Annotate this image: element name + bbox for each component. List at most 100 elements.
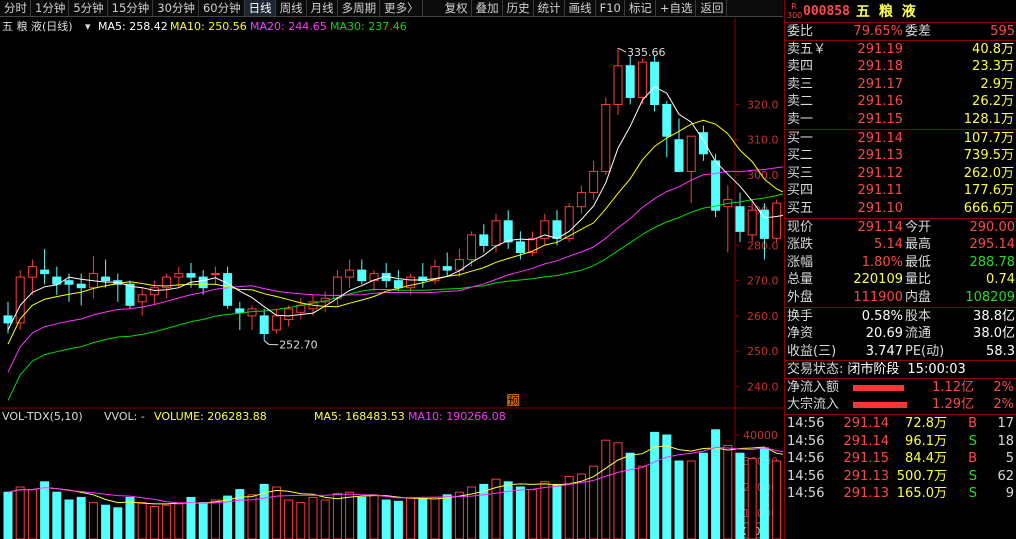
bid-row[interactable]: 买一 291.14 107.7万 bbox=[785, 130, 1016, 148]
candle[interactable] bbox=[369, 270, 379, 292]
candle[interactable] bbox=[723, 185, 733, 253]
tool-button-0[interactable]: 复权 bbox=[441, 0, 472, 16]
candle[interactable] bbox=[674, 118, 684, 172]
volume-bar[interactable] bbox=[369, 494, 379, 539]
candle[interactable] bbox=[467, 231, 477, 267]
volume-bar[interactable] bbox=[613, 442, 623, 539]
ask-row[interactable]: 卖二 291.16 26.2万 bbox=[785, 93, 1016, 111]
volume-bar[interactable] bbox=[332, 493, 342, 539]
period-tab-5[interactable]: 60分钟 bbox=[199, 0, 245, 16]
period-tab-2[interactable]: 5分钟 bbox=[69, 0, 108, 16]
candle[interactable] bbox=[442, 252, 452, 278]
volume-bar[interactable] bbox=[125, 496, 135, 539]
candle[interactable] bbox=[210, 266, 220, 285]
period-tab-6[interactable]: 日线 bbox=[244, 0, 276, 16]
candle[interactable] bbox=[381, 263, 391, 288]
period-tab-3[interactable]: 15分钟 bbox=[108, 0, 154, 16]
period-tab-8[interactable]: 月线 bbox=[307, 0, 338, 16]
volume-bar[interactable] bbox=[528, 489, 538, 539]
period-tab-10[interactable]: 更多〉 bbox=[380, 0, 423, 16]
candle[interactable] bbox=[552, 210, 562, 246]
candle[interactable] bbox=[772, 199, 782, 242]
candle[interactable] bbox=[625, 55, 635, 105]
volume-bar[interactable] bbox=[662, 434, 672, 539]
candle[interactable] bbox=[101, 259, 111, 288]
volume-bar[interactable] bbox=[381, 499, 391, 539]
volume-bar[interactable] bbox=[186, 496, 196, 539]
bid-row[interactable]: 买四 291.11 177.6万 bbox=[785, 182, 1016, 200]
candle[interactable] bbox=[479, 224, 489, 253]
candle[interactable] bbox=[40, 248, 50, 285]
volume-bar[interactable] bbox=[137, 502, 147, 539]
volume-bar[interactable] bbox=[40, 481, 50, 539]
volume-bar[interactable] bbox=[15, 486, 25, 539]
volume-bar[interactable] bbox=[88, 502, 98, 539]
volume-bar[interactable] bbox=[698, 452, 708, 539]
volume-bar[interactable] bbox=[674, 460, 684, 539]
volume-bar[interactable] bbox=[393, 500, 403, 539]
tick-row[interactable]: 14:56 291.13 165.0万 S 9 bbox=[785, 485, 1016, 503]
candle[interactable] bbox=[601, 97, 611, 175]
volume-bar[interactable] bbox=[210, 499, 220, 539]
volume-bar[interactable] bbox=[52, 491, 62, 539]
volume-bar[interactable] bbox=[101, 504, 111, 539]
volume-bar[interactable] bbox=[308, 496, 318, 539]
candle[interactable] bbox=[418, 263, 428, 288]
candle[interactable] bbox=[259, 308, 269, 341]
volume-bar[interactable] bbox=[564, 476, 574, 539]
period-tab-4[interactable]: 30分钟 bbox=[153, 0, 199, 16]
volume-bar[interactable] bbox=[162, 504, 172, 539]
candle[interactable] bbox=[27, 259, 37, 295]
tool-button-3[interactable]: 统计 bbox=[534, 0, 565, 16]
period-tab-0[interactable]: 分时 bbox=[0, 0, 31, 16]
candle[interactable] bbox=[345, 259, 355, 288]
tick-row[interactable]: 14:56 291.14 72.8万 B 17 bbox=[785, 415, 1016, 433]
volume-bar[interactable] bbox=[76, 496, 86, 539]
candle[interactable] bbox=[454, 248, 464, 278]
volume-bar[interactable] bbox=[454, 491, 464, 539]
candle[interactable] bbox=[247, 305, 257, 330]
volume-bar[interactable] bbox=[723, 444, 733, 539]
volume-bar[interactable] bbox=[406, 496, 416, 539]
tick-list[interactable]: 14:56 291.14 72.8万 B 17 14:56 291.14 96.1万 S 18 14… bbox=[785, 415, 1016, 503]
candle[interactable] bbox=[149, 280, 159, 306]
volume-bar[interactable] bbox=[174, 503, 184, 539]
volume-bar[interactable] bbox=[772, 460, 782, 539]
stock-code[interactable]: 000858 bbox=[803, 4, 850, 19]
volume-bar[interactable] bbox=[296, 502, 306, 539]
candle[interactable] bbox=[113, 273, 123, 302]
kline-chart[interactable]: 320.0310.0300.0290.0280.0270.0260.0250.0… bbox=[0, 18, 783, 539]
volume-bar[interactable] bbox=[418, 498, 428, 539]
tool-button-7[interactable]: +自选 bbox=[656, 0, 697, 16]
volume-bar[interactable] bbox=[552, 483, 562, 539]
volume-bar[interactable] bbox=[711, 429, 721, 539]
candle[interactable] bbox=[88, 256, 98, 299]
volume-bar[interactable] bbox=[113, 507, 123, 539]
volume-bar[interactable] bbox=[601, 439, 611, 539]
tool-button-6[interactable]: 标记 bbox=[625, 0, 656, 16]
volume-bar[interactable] bbox=[686, 460, 696, 539]
stock-name[interactable]: 五 粮 液 bbox=[856, 1, 918, 21]
tool-button-4[interactable]: 画线 bbox=[565, 0, 596, 16]
bid-row[interactable]: 买五 291.10 666.6万 bbox=[785, 200, 1016, 218]
volume-bar[interactable] bbox=[747, 457, 757, 539]
volume-bar[interactable] bbox=[27, 489, 37, 539]
volume-bar[interactable] bbox=[64, 499, 74, 539]
candle[interactable] bbox=[357, 259, 367, 285]
volume-bar[interactable] bbox=[759, 447, 769, 539]
candle[interactable] bbox=[137, 287, 147, 316]
candle[interactable] bbox=[686, 135, 696, 204]
volume-bar[interactable] bbox=[540, 481, 550, 539]
candle[interactable] bbox=[576, 185, 586, 214]
volume-bar[interactable] bbox=[357, 496, 367, 539]
volume-bar[interactable] bbox=[442, 494, 452, 539]
candle[interactable] bbox=[503, 210, 513, 249]
volume-bar[interactable] bbox=[637, 465, 647, 539]
candle[interactable] bbox=[650, 55, 660, 112]
ask-row[interactable]: 卖一 291.15 128.1万 bbox=[785, 111, 1016, 129]
candle[interactable] bbox=[711, 153, 721, 218]
candle[interactable] bbox=[540, 213, 550, 246]
tick-row[interactable]: 14:56 291.14 96.1万 S 18 bbox=[785, 433, 1016, 451]
tool-button-8[interactable]: 返回 bbox=[696, 0, 728, 16]
tool-button-2[interactable]: 历史 bbox=[503, 0, 534, 16]
